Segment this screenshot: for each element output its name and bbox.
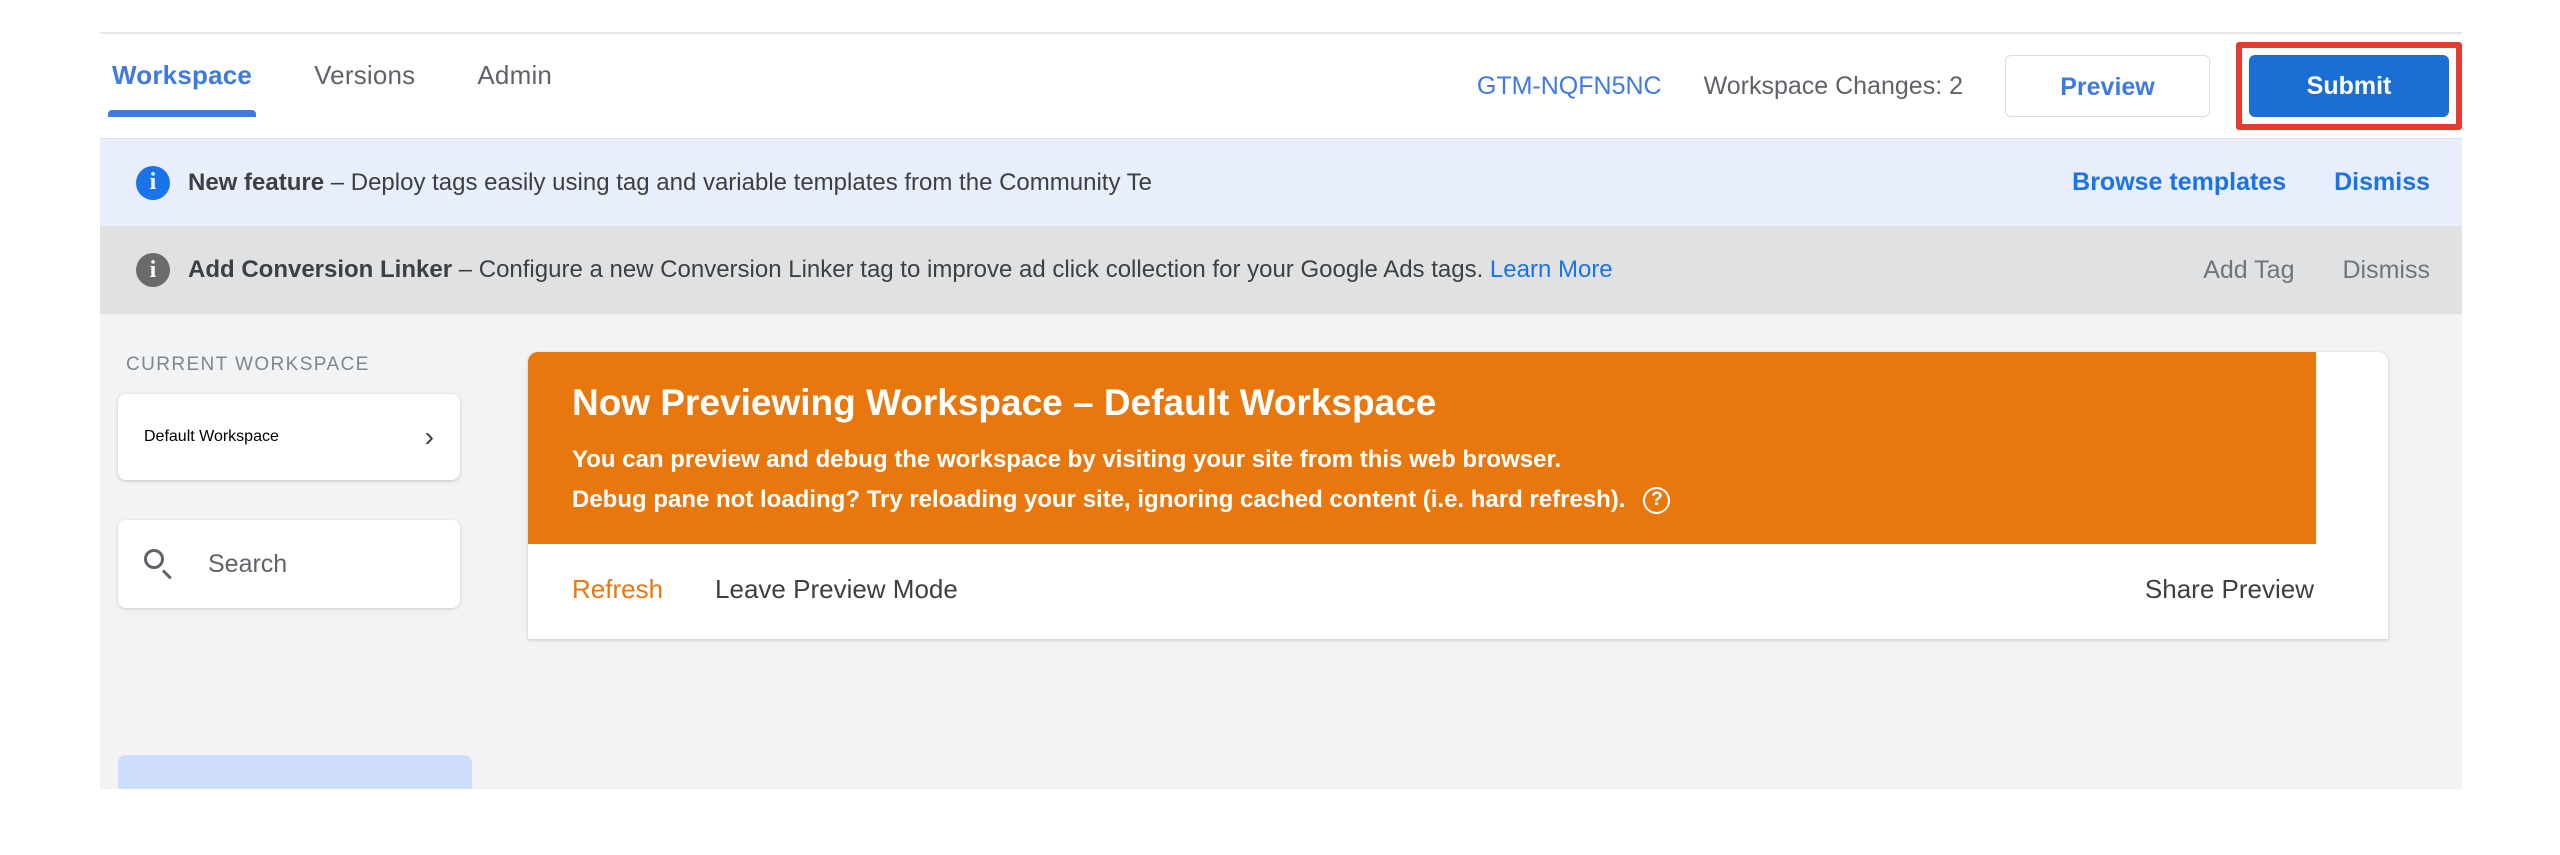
sidebar-section-label: CURRENT WORKSPACE <box>126 354 370 375</box>
container-id-link[interactable]: GTM-NQFN5NC <box>1477 72 1662 101</box>
main-panel: Now Previewing Workspace – Default Works… <box>490 314 2462 789</box>
preview-card: Now Previewing Workspace – Default Works… <box>528 352 2388 639</box>
banner-conversion-linker: i Add Conversion Linker – Configure a ne… <box>100 226 2462 314</box>
tab-admin-label: Admin <box>477 60 553 90</box>
search-placeholder: Search <box>208 549 288 578</box>
sidebar: CURRENT WORKSPACE Default Workspace › Se… <box>100 314 490 789</box>
banner-new-feature-text: New feature – Deploy tags easily using t… <box>188 169 2000 197</box>
submit-button-highlight: Submit <box>2236 42 2462 130</box>
gtm-workspace-screen: Workspace Versions Admin GTM-NQFN5NC Wor… <box>0 0 2560 855</box>
dismiss-conversion-linker-button[interactable]: Dismiss <box>2343 256 2431 285</box>
banner-conversion-linker-message: Configure a new Conversion Linker tag to… <box>478 256 1490 283</box>
help-circle-icon[interactable]: ? <box>1643 486 1671 514</box>
tab-workspace[interactable]: Workspace <box>107 60 257 117</box>
share-preview-button[interactable]: Share Preview <box>2145 574 2344 605</box>
primary-tabs: Workspace Versions Admin <box>100 34 614 138</box>
info-icon: i <box>136 165 170 200</box>
banner-conversion-linker-actions: Add Tag Dismiss <box>2155 256 2430 285</box>
tab-versions[interactable]: Versions <box>314 60 415 117</box>
workspace-body: CURRENT WORKSPACE Default Workspace › Se… <box>100 314 2462 789</box>
browse-templates-button[interactable]: Browse templates <box>2072 168 2286 197</box>
banner-conversion-linker-dash: – <box>452 256 479 283</box>
preview-action-bar: Refresh Leave Preview Mode Share Preview <box>528 544 2388 639</box>
preview-description-line-1-text: You can preview and debug the workspace … <box>572 446 1562 473</box>
banner-new-feature: i New feature – Deploy tags easily using… <box>100 138 2462 226</box>
current-workspace-selector[interactable]: Default Workspace › <box>118 394 460 480</box>
dismiss-new-feature-button[interactable]: Dismiss <box>2334 168 2430 197</box>
preview-description-line-2: Debug pane not loading? Try reloading yo… <box>572 486 2272 514</box>
preview-banner: Now Previewing Workspace – Default Works… <box>528 352 2316 544</box>
banner-conversion-linker-title: Add Conversion Linker <box>188 256 453 283</box>
info-icon: i <box>136 253 170 287</box>
tab-workspace-label: Workspace <box>112 60 253 90</box>
top-navigation-actions: GTM-NQFN5NC Workspace Changes: 2 Preview… <box>1477 34 2462 138</box>
preview-description-line-1: You can preview and debug the workspace … <box>572 446 2272 474</box>
refresh-button[interactable]: Refresh <box>572 574 663 605</box>
tab-versions-label: Versions <box>314 60 416 90</box>
preview-button[interactable]: Preview <box>2005 55 2210 117</box>
content-frame: Workspace Versions Admin GTM-NQFN5NC Wor… <box>100 32 2462 855</box>
learn-more-link[interactable]: Learn More <box>1490 256 1613 283</box>
submit-button[interactable]: Submit <box>2249 55 2449 117</box>
banner-conversion-linker-text: Add Conversion Linker – Configure a new … <box>188 256 2131 284</box>
preview-description-line-2-text: Debug pane not loading? Try reloading yo… <box>572 486 1626 513</box>
current-workspace-name: Default Workspace <box>144 428 279 445</box>
top-navigation-bar: Workspace Versions Admin GTM-NQFN5NC Wor… <box>100 32 2462 138</box>
chevron-right-icon: › <box>424 421 434 452</box>
banner-new-feature-title: New feature <box>188 168 325 196</box>
preview-title: Now Previewing Workspace – Default Works… <box>572 382 1437 423</box>
tab-admin[interactable]: Admin <box>477 60 552 117</box>
sidebar-item-selected[interactable] <box>118 755 472 789</box>
add-tag-button[interactable]: Add Tag <box>2203 256 2294 285</box>
banner-new-feature-actions: Browse templates Dismiss <box>2024 168 2430 197</box>
leave-preview-mode-button[interactable]: Leave Preview Mode <box>715 574 958 605</box>
search-input[interactable]: Search <box>118 520 460 608</box>
banner-new-feature-message: Deploy tags easily using tag and variabl… <box>350 168 1153 196</box>
search-icon <box>144 549 174 579</box>
workspace-changes-count: Workspace Changes: 2 <box>1703 71 1963 100</box>
banner-new-feature-dash: – <box>324 168 351 196</box>
